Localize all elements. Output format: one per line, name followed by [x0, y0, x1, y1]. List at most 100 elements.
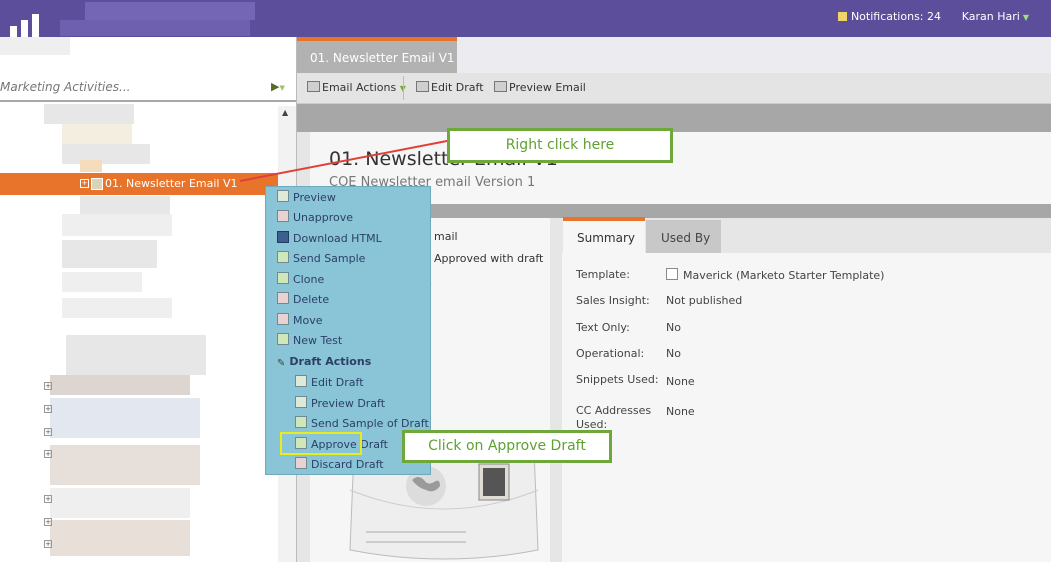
unapprove-icon [277, 210, 289, 222]
blurred-tree-item [62, 240, 157, 268]
preview-icon [277, 190, 289, 202]
summary-value: None [666, 405, 695, 418]
clone-icon [277, 272, 289, 284]
summary-value: No [666, 347, 681, 360]
chevron-down-icon: ▼ [1022, 13, 1029, 22]
menu-item-preview[interactable]: Preview [277, 190, 336, 204]
blurred-tree-item [80, 196, 170, 214]
pencil-icon: ✎ [277, 358, 286, 369]
menu-item-label: New Test [293, 334, 343, 347]
summary-value-template[interactable]: Maverick (Marketo Starter Template) [666, 268, 884, 282]
summary-label: CC Addresses Used: [576, 404, 652, 431]
tab-summary-label: Summary [577, 231, 635, 245]
blurred-tree-item [62, 272, 142, 292]
menu-item-discard-draft[interactable]: Discard Draft [295, 457, 384, 471]
tree-search-input[interactable]: Marketing Activities... [0, 80, 130, 94]
summary-value: No [666, 321, 681, 334]
summary-label: Snippets Used: [576, 373, 659, 386]
menu-item-move[interactable]: Move [277, 313, 323, 327]
blurred-tree-item [62, 214, 172, 236]
callout-right-click: Right click here [447, 128, 673, 163]
menu-item-label: Preview [293, 191, 336, 204]
toolbar [297, 73, 1051, 104]
filter-icon[interactable]: ▶▼ [271, 80, 293, 94]
preview-email-button[interactable]: Preview Email [494, 81, 586, 94]
menu-item-preview-draft[interactable]: Preview Draft [295, 396, 385, 410]
blurred-tree-item [50, 520, 190, 556]
asset-status: Approved with draft [434, 252, 544, 265]
template-icon [666, 268, 678, 280]
menu-item-send-sample-of-draft[interactable]: Send Sample of Draft [295, 416, 429, 430]
summary-label: Operational: [576, 347, 645, 360]
blurred-tree-item [62, 124, 132, 144]
expand-icon[interactable]: + [44, 518, 52, 526]
edit-draft-icon [295, 375, 307, 387]
expand-icon[interactable]: + [44, 540, 52, 548]
expand-icon[interactable]: + [44, 382, 52, 390]
preview-icon [295, 396, 307, 408]
expand-icon[interactable]: + [44, 405, 52, 413]
expand-icon[interactable]: + [80, 179, 89, 188]
email-actions-button[interactable]: Email Actions ▼ [307, 81, 406, 94]
menu-item-label: Send Sample of Draft [311, 417, 429, 430]
summary-value: None [666, 375, 695, 388]
callout-approve-draft: Click on Approve Draft [402, 430, 612, 463]
menu-item-delete[interactable]: Delete [277, 292, 329, 306]
notifications-link[interactable]: Notifications: 24 [837, 10, 941, 23]
expand-icon[interactable]: + [44, 428, 52, 436]
menu-item-download-html[interactable]: Download HTML [277, 231, 382, 245]
approve-draft-highlight [280, 432, 362, 455]
discard-icon [295, 457, 307, 469]
preview-icon [494, 81, 507, 92]
new-test-icon [277, 333, 289, 345]
blurred-tree-item [62, 298, 172, 318]
summary-label: Text Only: [576, 321, 630, 334]
menu-item-edit-draft[interactable]: Edit Draft [295, 375, 364, 389]
scroll-up-arrow-icon[interactable]: ▲ [282, 108, 288, 117]
expand-icon[interactable]: + [44, 450, 52, 458]
menu-item-label: Unapprove [293, 211, 354, 224]
blurred-header-text-2 [60, 20, 250, 36]
tab-used-by-label: Used By [661, 231, 711, 245]
send-sample-icon [295, 416, 307, 428]
menu-item-new-test[interactable]: New Test [277, 333, 342, 347]
menu-item-clone[interactable]: Clone [277, 272, 324, 286]
menu-item-label: Clone [293, 273, 325, 286]
move-icon [277, 313, 289, 325]
menu-item-unapprove[interactable]: Unapprove [277, 210, 353, 224]
asset-type: mail [434, 230, 458, 243]
menu-item-label: Delete [293, 293, 330, 306]
save-icon [277, 231, 289, 243]
tab-label: 01. Newsletter Email V1 [310, 51, 455, 65]
notifications-label: Notifications: 24 [850, 10, 941, 23]
menu-item-label: Discard Draft [311, 458, 384, 471]
blurred-tree-item [50, 445, 200, 485]
menu-item-label: Move [293, 314, 323, 327]
blurred-tree-item [50, 398, 200, 438]
blurred-tree-item [66, 335, 206, 375]
email-icon [307, 81, 320, 92]
blurred-tree-text [0, 37, 70, 55]
toolbar-separator [403, 76, 404, 100]
blurred-tree-item [80, 160, 102, 172]
edit-draft-icon [416, 81, 429, 92]
delete-icon [277, 292, 289, 304]
user-menu[interactable]: Karan Hari ▼ [962, 10, 1029, 23]
menu-group-label: Draft Actions [289, 355, 372, 368]
email-actions-label: Email Actions [322, 81, 397, 94]
content-band [297, 104, 1051, 132]
blurred-tree-item [50, 375, 190, 395]
blurred-tree-item [44, 104, 134, 124]
blurred-header-text [85, 2, 255, 20]
template-value: Maverick (Marketo Starter Template) [683, 269, 885, 282]
summary-label: Template: [576, 268, 630, 281]
expand-icon[interactable]: + [44, 495, 52, 503]
blurred-tree-item [62, 144, 150, 164]
user-name: Karan Hari [961, 10, 1020, 23]
send-sample-icon [277, 251, 289, 263]
edit-draft-button[interactable]: Edit Draft [416, 81, 484, 94]
menu-item-send-sample[interactable]: Send Sample [277, 251, 365, 265]
menu-item-label: Download HTML [293, 232, 382, 245]
menu-item-label: Send Sample [293, 252, 366, 265]
blurred-tree-item [50, 488, 190, 518]
